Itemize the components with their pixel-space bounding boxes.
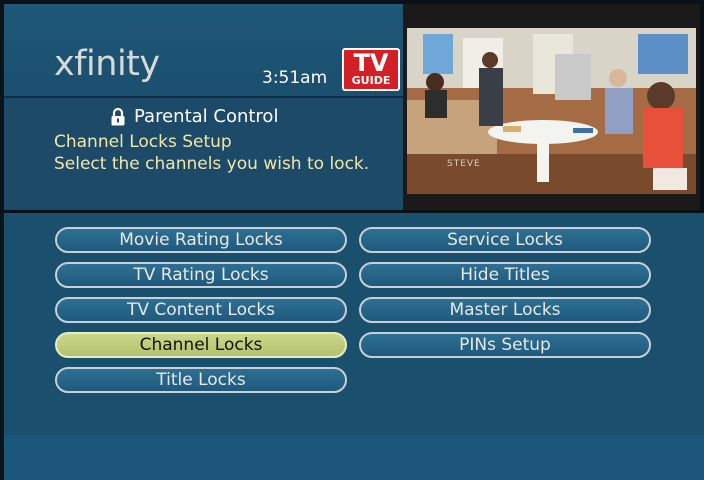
hide-titles-button[interactable]: Hide Titles <box>359 262 651 288</box>
lock-icon <box>110 107 126 126</box>
instruction-text: Select the channels you wish to lock. <box>54 154 370 174</box>
tv-show-frame <box>403 4 700 210</box>
title-locks-button[interactable]: Title Locks <box>55 367 347 393</box>
tv-guide-logo-top: TV <box>353 49 389 77</box>
tv-guide-logo-bottom: GUIDE <box>351 74 391 87</box>
section-title-text: Parental Control <box>134 106 279 127</box>
xfinity-logo: xfinity <box>54 44 160 84</box>
description-panel: Parental Control Channel Locks Setup Sel… <box>4 96 403 210</box>
clock-time: 3:51am <box>262 68 328 88</box>
service-locks-button[interactable]: Service Locks <box>359 227 651 253</box>
master-locks-button[interactable]: Master Locks <box>359 297 651 323</box>
video-caption: STEVE <box>447 159 481 169</box>
tv-screen: xfinity 3:51am TV GUIDE Parental Control… <box>0 0 704 480</box>
tv-content-locks-button[interactable]: TV Content Locks <box>55 297 347 323</box>
live-tv-preview: STEVE <box>403 4 700 210</box>
pins-setup-button[interactable]: PINs Setup <box>359 332 651 358</box>
section-title: Parental Control <box>110 106 278 127</box>
header-panel: xfinity 3:51am TV GUIDE <box>4 4 403 96</box>
tv-guide-logo: TV GUIDE <box>342 48 400 91</box>
movie-rating-locks-button[interactable]: Movie Rating Locks <box>55 227 347 253</box>
channel-locks-button[interactable]: Channel Locks <box>55 332 347 358</box>
page-subtitle: Channel Locks Setup <box>54 132 232 152</box>
tv-rating-locks-button[interactable]: TV Rating Locks <box>55 262 347 288</box>
bottom-bar <box>4 435 704 480</box>
menu-panel: Movie Rating Locks TV Rating Locks TV Co… <box>4 213 704 435</box>
